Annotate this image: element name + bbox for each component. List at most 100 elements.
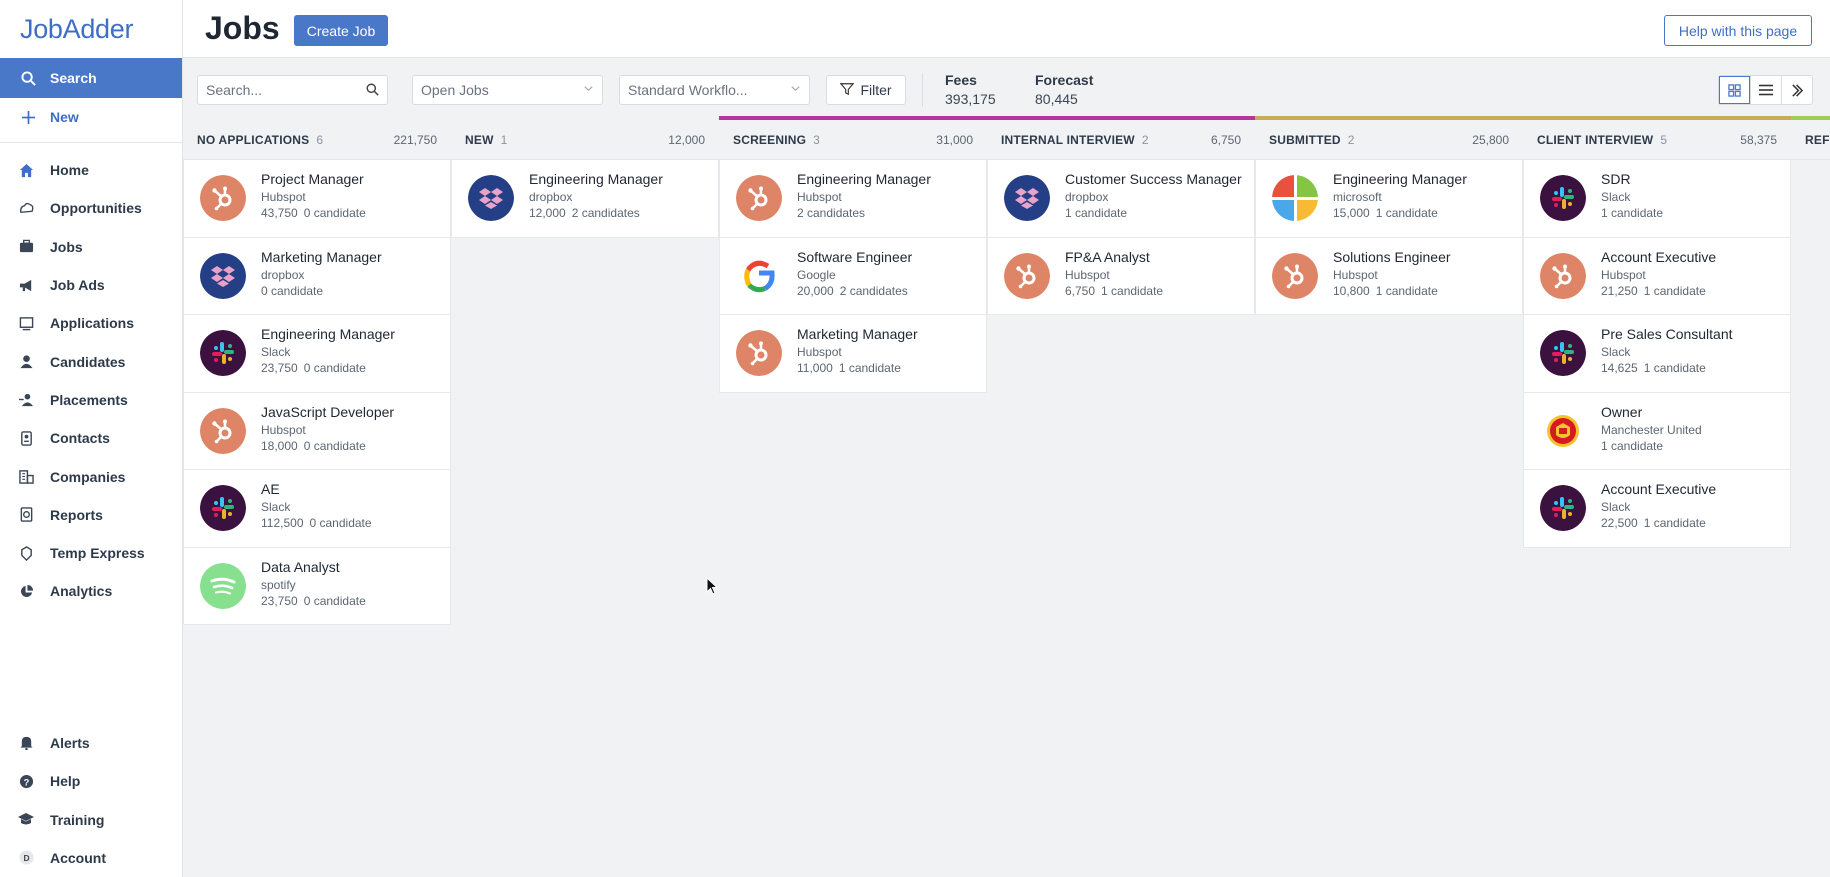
sidebar-item-alerts[interactable]: Alerts	[0, 724, 182, 762]
job-meta: 23,750 0 candidate	[261, 593, 366, 609]
filter-button[interactable]: Filter	[826, 75, 906, 105]
search-input[interactable]: Search...	[197, 75, 388, 105]
sidebar-item-companies[interactable]: Companies	[0, 457, 182, 495]
job-fee: 112,500	[261, 516, 304, 531]
job-card[interactable]: Marketing Manager Hubspot 11,000 1 candidat…	[719, 315, 987, 393]
column-header[interactable]: INTERNAL INTERVIEW 2 6,750	[987, 120, 1255, 160]
job-card[interactable]: Software Engineer Google 20,000 2 candidate…	[719, 237, 987, 315]
job-card[interactable]: Marketing Manager dropbox 0 candidate	[183, 237, 451, 315]
page-title: Jobs	[205, 10, 280, 46]
board-column: SCREENING 3 31,000 Engineering Manager Hubsp…	[719, 116, 987, 393]
sidebar-item-placements[interactable]: Placements	[0, 381, 182, 419]
job-candidates: 0 candidate	[303, 593, 366, 608]
search-icon	[20, 70, 36, 86]
microsoft-logo-icon	[1272, 175, 1318, 222]
nav-search[interactable]: Search	[0, 58, 182, 98]
column-header[interactable]: REF	[1791, 120, 1830, 160]
job-meta: 0 candidate	[261, 283, 382, 299]
board-view-icon[interactable]	[1719, 76, 1750, 104]
job-card[interactable]: Engineering Manager microsoft 15,000 1 cand…	[1255, 160, 1523, 238]
job-card[interactable]: Account Executive Hubspot 21,250 1 candidat…	[1523, 237, 1791, 315]
sidebar-item-jobs[interactable]: Jobs	[0, 228, 182, 266]
search-placeholder: Search...	[206, 82, 263, 98]
job-card[interactable]: Engineering Manager dropbox 12,000 2 candid…	[451, 160, 719, 238]
plus-icon	[20, 110, 36, 125]
job-candidates: 1 candidate	[838, 361, 901, 376]
job-meta: 21,250 1 candidate	[1601, 283, 1716, 299]
sidebar-item-account[interactable]: D Account	[0, 839, 182, 877]
column-name: REF	[1805, 132, 1830, 147]
column-name: NEW	[465, 132, 494, 147]
column-count: 6	[316, 132, 324, 147]
job-card[interactable]: Engineering Manager Slack 23,750 0 candidat…	[183, 315, 451, 393]
job-candidates: 1 candidate	[1101, 283, 1164, 298]
sidebar-item-label: Home	[50, 162, 89, 179]
job-meta: 10,800 1 candidate	[1333, 283, 1451, 299]
nav-new[interactable]: New	[0, 98, 182, 136]
job-meta: 20,000 2 candidates	[797, 283, 912, 299]
job-card[interactable]: Pre Sales Consultant Slack 14,625 1 candida…	[1523, 315, 1791, 393]
job-card[interactable]: Engineering Manager Hubspot 2 candidates	[719, 160, 987, 238]
sidebar-item-reports[interactable]: Reports	[0, 496, 182, 534]
job-meta: 1 candidate	[1065, 205, 1242, 221]
column-name: INTERNAL INTERVIEW	[1001, 132, 1135, 147]
dropbox-logo-icon	[200, 252, 246, 299]
job-company: Slack	[261, 500, 291, 515]
building-icon	[18, 469, 34, 485]
column-header[interactable]: NO APPLICATIONS 6 221,750	[183, 120, 451, 160]
sidebar-item-analytics[interactable]: Analytics	[0, 572, 182, 610]
workflow-select[interactable]: Standard Workflo...	[619, 75, 810, 105]
applications-icon	[18, 315, 34, 331]
sidebar-item-candidates[interactable]: Candidates	[0, 342, 182, 380]
board-column: CLIENT INTERVIEW 5 58,375 SDR Slack 1 candida…	[1523, 116, 1791, 548]
job-candidates: 2 candidates	[839, 283, 908, 298]
sidebar-item-home[interactable]: Home	[0, 151, 182, 189]
job-card[interactable]: Account Executive Slack 22,500 1 candidate	[1523, 470, 1791, 548]
job-card[interactable]: FP&A Analyst Hubspot 6,750 1 candidate	[987, 237, 1255, 315]
column-count: 3	[813, 132, 820, 147]
job-candidates: 1 candidate	[1375, 206, 1438, 221]
list-view-icon[interactable]	[1750, 76, 1781, 104]
column-header[interactable]: SUBMITTED 2 25,800	[1255, 120, 1523, 160]
job-card[interactable]: JavaScript Developer Hubspot 18,000 0 candi…	[183, 392, 451, 470]
job-meta: 112,500 0 candidate	[261, 515, 372, 531]
sidebar-item-opportunities[interactable]: Opportunities	[0, 189, 182, 227]
board-column: SUBMITTED 2 25,800 Engineering Manager micro…	[1255, 116, 1523, 315]
jobs-status-select[interactable]: Open Jobs	[412, 75, 603, 105]
job-title: Engineering Manager	[797, 171, 931, 188]
sidebar-item-training[interactable]: Training	[0, 800, 182, 838]
column-header[interactable]: NEW 1 12,000	[451, 120, 719, 160]
sidebar-item-temp-express[interactable]: Temp Express	[0, 534, 182, 572]
job-fee: 15,000	[1333, 206, 1370, 221]
job-card[interactable]: Data Analyst spotify 23,750 0 candidate	[183, 547, 451, 625]
job-card[interactable]: Customer Success Manager dropbox 1 candida…	[987, 160, 1255, 238]
pipeline-view-icon[interactable]	[1781, 76, 1812, 104]
create-job-button[interactable]: Create Job	[294, 15, 388, 46]
job-card[interactable]: SDR Slack 1 candidate	[1523, 160, 1791, 238]
slack-logo-icon	[1540, 330, 1586, 377]
job-card[interactable]: AE Slack 112,500 0 candidate	[183, 470, 451, 548]
job-card[interactable]: Project Manager Hubspot 43,750 0 candidate	[183, 160, 451, 238]
column-header[interactable]: SCREENING 3 31,000	[719, 120, 987, 160]
sidebar-item-contacts[interactable]: Contacts	[0, 419, 182, 457]
jobs-status-value: Open Jobs	[421, 82, 489, 98]
sidebar-item-job-ads[interactable]: Job Ads	[0, 266, 182, 304]
help-button[interactable]: Help with this page	[1664, 15, 1812, 46]
sidebar-item-label: Analytics	[50, 583, 113, 600]
job-card[interactable]: Owner Manchester United 1 candidate	[1523, 392, 1791, 470]
sidebar-item-applications[interactable]: Applications	[0, 304, 182, 342]
job-fee: 18,000	[261, 438, 298, 453]
sidebar-item-label: Placements	[50, 391, 128, 408]
job-title: Solutions Engineer	[1333, 248, 1451, 265]
job-card[interactable]: Solutions Engineer Hubspot 10,800 1 candida…	[1255, 237, 1523, 315]
column-total: 12,000	[668, 132, 705, 147]
job-title: Engineering Manager	[529, 171, 663, 188]
app-logo[interactable]: JobAdder	[0, 0, 182, 58]
sidebar-item-label: Contacts	[50, 430, 110, 447]
contacts-icon	[18, 430, 34, 446]
job-title: Account Executive	[1601, 248, 1717, 265]
account-avatar-icon: D	[18, 850, 34, 866]
column-header[interactable]: CLIENT INTERVIEW 5 58,375	[1523, 120, 1791, 160]
sidebar-item-help[interactable]: ? Help	[0, 762, 182, 800]
slack-logo-icon	[1540, 485, 1586, 532]
